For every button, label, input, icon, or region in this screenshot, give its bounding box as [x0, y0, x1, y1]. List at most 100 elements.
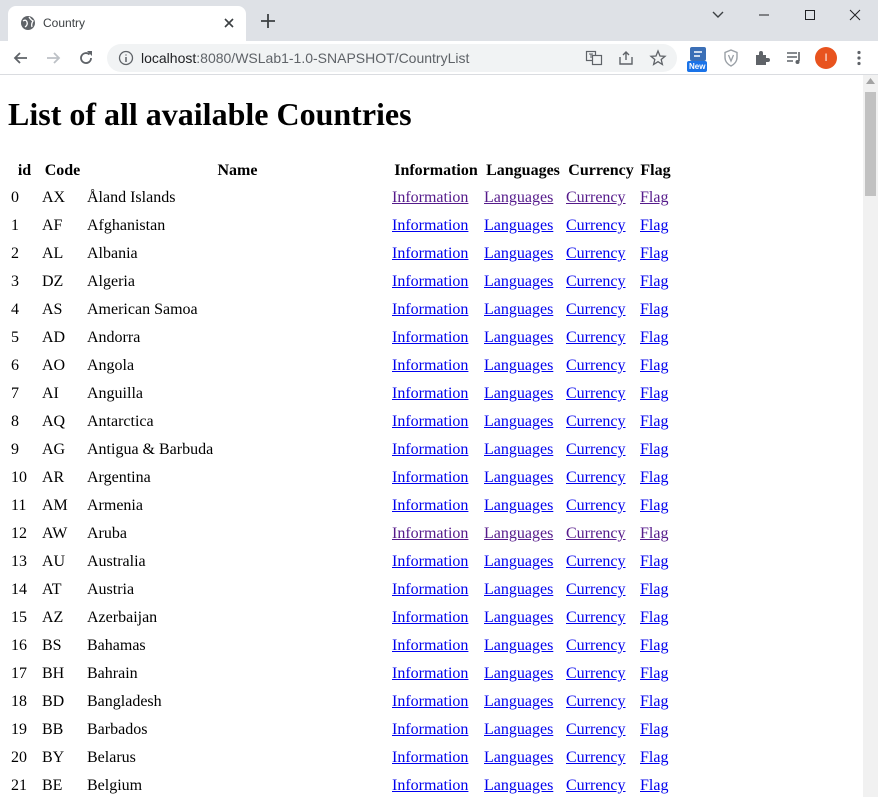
flag-link[interactable]: Flag [640, 749, 668, 766]
information-link[interactable]: Information [392, 441, 468, 458]
minimize-button[interactable] [741, 0, 787, 30]
languages-link[interactable]: Languages [484, 273, 553, 290]
information-link[interactable]: Information [392, 273, 468, 290]
currency-link[interactable]: Currency [566, 637, 626, 654]
shield-icon[interactable] [721, 48, 741, 68]
flag-link[interactable]: Flag [640, 217, 668, 234]
flag-link[interactable]: Flag [640, 721, 668, 738]
currency-link[interactable]: Currency [566, 273, 626, 290]
media-queue-icon[interactable] [784, 48, 804, 68]
currency-link[interactable]: Currency [566, 441, 626, 458]
vertical-scrollbar[interactable] [863, 75, 878, 797]
scroll-up-arrow-icon[interactable] [866, 78, 875, 84]
currency-link[interactable]: Currency [566, 217, 626, 234]
share-icon[interactable] [617, 49, 635, 67]
languages-link[interactable]: Languages [484, 441, 553, 458]
currency-link[interactable]: Currency [566, 301, 626, 318]
information-link[interactable]: Information [392, 329, 468, 346]
currency-link[interactable]: Currency [566, 497, 626, 514]
information-link[interactable]: Information [392, 385, 468, 402]
scrollbar-thumb[interactable] [865, 92, 876, 196]
flag-link[interactable]: Flag [640, 693, 668, 710]
browser-tab[interactable]: Country [8, 6, 246, 41]
maximize-button[interactable] [787, 0, 833, 30]
flag-link[interactable]: Flag [640, 777, 668, 794]
currency-link[interactable]: Currency [566, 749, 626, 766]
currency-link[interactable]: Currency [566, 665, 626, 682]
currency-link[interactable]: Currency [566, 525, 626, 542]
information-link[interactable]: Information [392, 693, 468, 710]
currency-link[interactable]: Currency [566, 357, 626, 374]
currency-link[interactable]: Currency [566, 245, 626, 262]
close-window-button[interactable] [832, 0, 878, 30]
languages-link[interactable]: Languages [484, 217, 553, 234]
close-tab-icon[interactable] [220, 14, 238, 32]
information-link[interactable]: Information [392, 497, 468, 514]
information-link[interactable]: Information [392, 777, 468, 794]
flag-link[interactable]: Flag [640, 385, 668, 402]
flag-link[interactable]: Flag [640, 637, 668, 654]
information-link[interactable]: Information [392, 301, 468, 318]
new-tab-icon[interactable] [258, 11, 278, 31]
languages-link[interactable]: Languages [484, 413, 553, 430]
languages-link[interactable]: Languages [484, 721, 553, 738]
currency-link[interactable]: Currency [566, 469, 626, 486]
currency-link[interactable]: Currency [566, 385, 626, 402]
flag-link[interactable]: Flag [640, 441, 668, 458]
flag-link[interactable]: Flag [640, 553, 668, 570]
information-link[interactable]: Information [392, 553, 468, 570]
languages-link[interactable]: Languages [484, 609, 553, 626]
languages-link[interactable]: Languages [484, 581, 553, 598]
flag-link[interactable]: Flag [640, 497, 668, 514]
currency-link[interactable]: Currency [566, 329, 626, 346]
information-link[interactable]: Information [392, 245, 468, 262]
currency-link[interactable]: Currency [566, 777, 626, 794]
languages-link[interactable]: Languages [484, 329, 553, 346]
information-link[interactable]: Information [392, 413, 468, 430]
flag-link[interactable]: Flag [640, 469, 668, 486]
site-info-icon[interactable] [118, 50, 134, 66]
tab-search-button[interactable] [695, 0, 741, 30]
flag-link[interactable]: Flag [640, 525, 668, 542]
information-link[interactable]: Information [392, 469, 468, 486]
flag-link[interactable]: Flag [640, 357, 668, 374]
information-link[interactable]: Information [392, 665, 468, 682]
currency-link[interactable]: Currency [566, 413, 626, 430]
profile-avatar[interactable]: I [815, 47, 837, 69]
information-link[interactable]: Information [392, 637, 468, 654]
flag-link[interactable]: Flag [640, 189, 668, 206]
languages-link[interactable]: Languages [484, 637, 553, 654]
flag-link[interactable]: Flag [640, 301, 668, 318]
flag-link[interactable]: Flag [640, 665, 668, 682]
languages-link[interactable]: Languages [484, 525, 553, 542]
currency-link[interactable]: Currency [566, 581, 626, 598]
information-link[interactable]: Information [392, 525, 468, 542]
languages-link[interactable]: Languages [484, 301, 553, 318]
languages-link[interactable]: Languages [484, 469, 553, 486]
languages-link[interactable]: Languages [484, 189, 553, 206]
currency-link[interactable]: Currency [566, 609, 626, 626]
languages-link[interactable]: Languages [484, 385, 553, 402]
languages-link[interactable]: Languages [484, 749, 553, 766]
information-link[interactable]: Information [392, 721, 468, 738]
currency-link[interactable]: Currency [566, 721, 626, 738]
languages-link[interactable]: Languages [484, 497, 553, 514]
languages-link[interactable]: Languages [484, 553, 553, 570]
flag-link[interactable]: Flag [640, 609, 668, 626]
currency-link[interactable]: Currency [566, 693, 626, 710]
languages-link[interactable]: Languages [484, 693, 553, 710]
bookmark-star-icon[interactable] [649, 49, 667, 67]
address-bar[interactable]: localhost:8080/WSLab1-1.0-SNAPSHOT/Count… [107, 44, 677, 72]
languages-link[interactable]: Languages [484, 357, 553, 374]
currency-link[interactable]: Currency [566, 189, 626, 206]
information-link[interactable]: Information [392, 189, 468, 206]
puzzle-extensions-icon[interactable] [752, 48, 772, 68]
information-link[interactable]: Information [392, 749, 468, 766]
flag-link[interactable]: Flag [640, 329, 668, 346]
information-link[interactable]: Information [392, 581, 468, 598]
reload-icon[interactable] [76, 48, 96, 68]
languages-link[interactable]: Languages [484, 777, 553, 794]
translate-icon[interactable] [585, 49, 603, 67]
flag-link[interactable]: Flag [640, 245, 668, 262]
flag-link[interactable]: Flag [640, 581, 668, 598]
